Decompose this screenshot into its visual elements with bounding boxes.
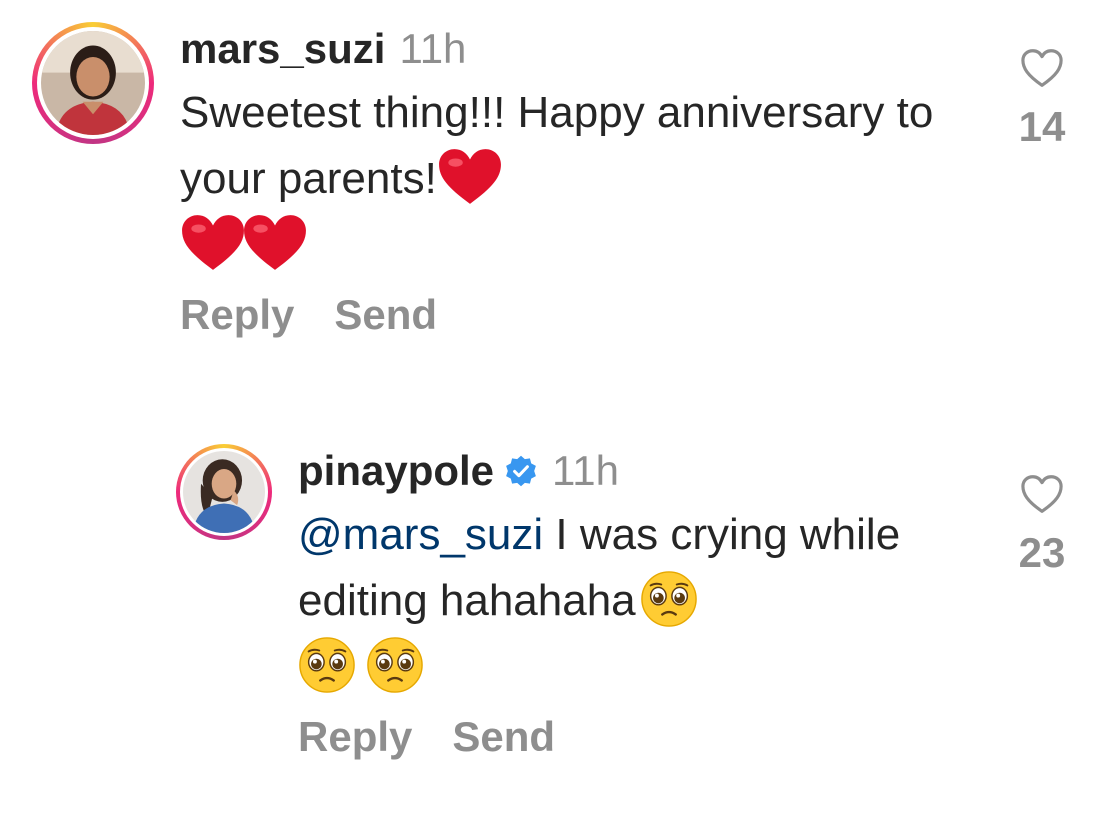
comment-header: pinaypole 11h: [298, 444, 1002, 498]
avatar[interactable]: [41, 31, 145, 135]
comment-text: @mars_suzi I was crying while editing ha…: [298, 502, 1002, 700]
avatar-border: [180, 448, 268, 536]
reply-button[interactable]: Reply: [298, 713, 412, 760]
red-heart-icon: [438, 149, 501, 205]
comment-body: mars_suzi 11h Sweetest thing!!! Happy ann…: [154, 22, 1002, 342]
comment-text-content: Sweetest thing!!! Happy anniversary to y…: [180, 88, 934, 203]
pleading-face-icon: [299, 637, 355, 694]
like-section: 23: [1002, 474, 1082, 578]
timestamp: 11h: [399, 25, 467, 72]
like-section: 14: [1002, 48, 1082, 152]
red-heart-icon: [182, 215, 244, 271]
reply-button[interactable]: Reply: [180, 291, 294, 338]
avatar-border: [37, 27, 149, 139]
comment-thread: mars_suzi 11h Sweetest thing!!! Happy ann…: [0, 0, 1120, 827]
avatar[interactable]: [183, 451, 265, 533]
verified-badge-icon: [506, 455, 536, 487]
pleading-face-icon: [640, 571, 697, 628]
heart-outline-icon[interactable]: [1020, 48, 1064, 88]
mention-link[interactable]: @mars_suzi: [298, 510, 543, 559]
comment-header: mars_suzi 11h: [180, 22, 1002, 76]
send-button[interactable]: Send: [334, 291, 437, 338]
comment-body: pinaypole 11h @mars_suzi I was crying whi…: [272, 444, 1002, 764]
username-link[interactable]: pinaypole: [298, 447, 494, 494]
reply-comment: pinaypole 11h @mars_suzi I was crying whi…: [176, 444, 1082, 764]
heart-outline-icon[interactable]: [1020, 474, 1064, 514]
comment-actions: Reply Send: [180, 288, 1002, 342]
comment-text: Sweetest thing!!! Happy anniversary to y…: [180, 80, 1002, 278]
avatar-story-ring[interactable]: [176, 444, 272, 540]
username-link[interactable]: mars_suzi: [180, 25, 385, 72]
send-button[interactable]: Send: [452, 713, 555, 760]
like-count: 14: [1018, 103, 1066, 150]
comment-actions: Reply Send: [298, 710, 1002, 764]
avatar-image: [183, 451, 265, 533]
avatar-image: [41, 31, 145, 135]
red-heart-icon: [244, 215, 306, 271]
timestamp: 11h: [552, 447, 620, 494]
comment: mars_suzi 11h Sweetest thing!!! Happy ann…: [32, 22, 1082, 342]
like-count: 23: [1018, 529, 1066, 576]
avatar-story-ring[interactable]: [32, 22, 154, 144]
pleading-face-icon: [367, 637, 423, 694]
